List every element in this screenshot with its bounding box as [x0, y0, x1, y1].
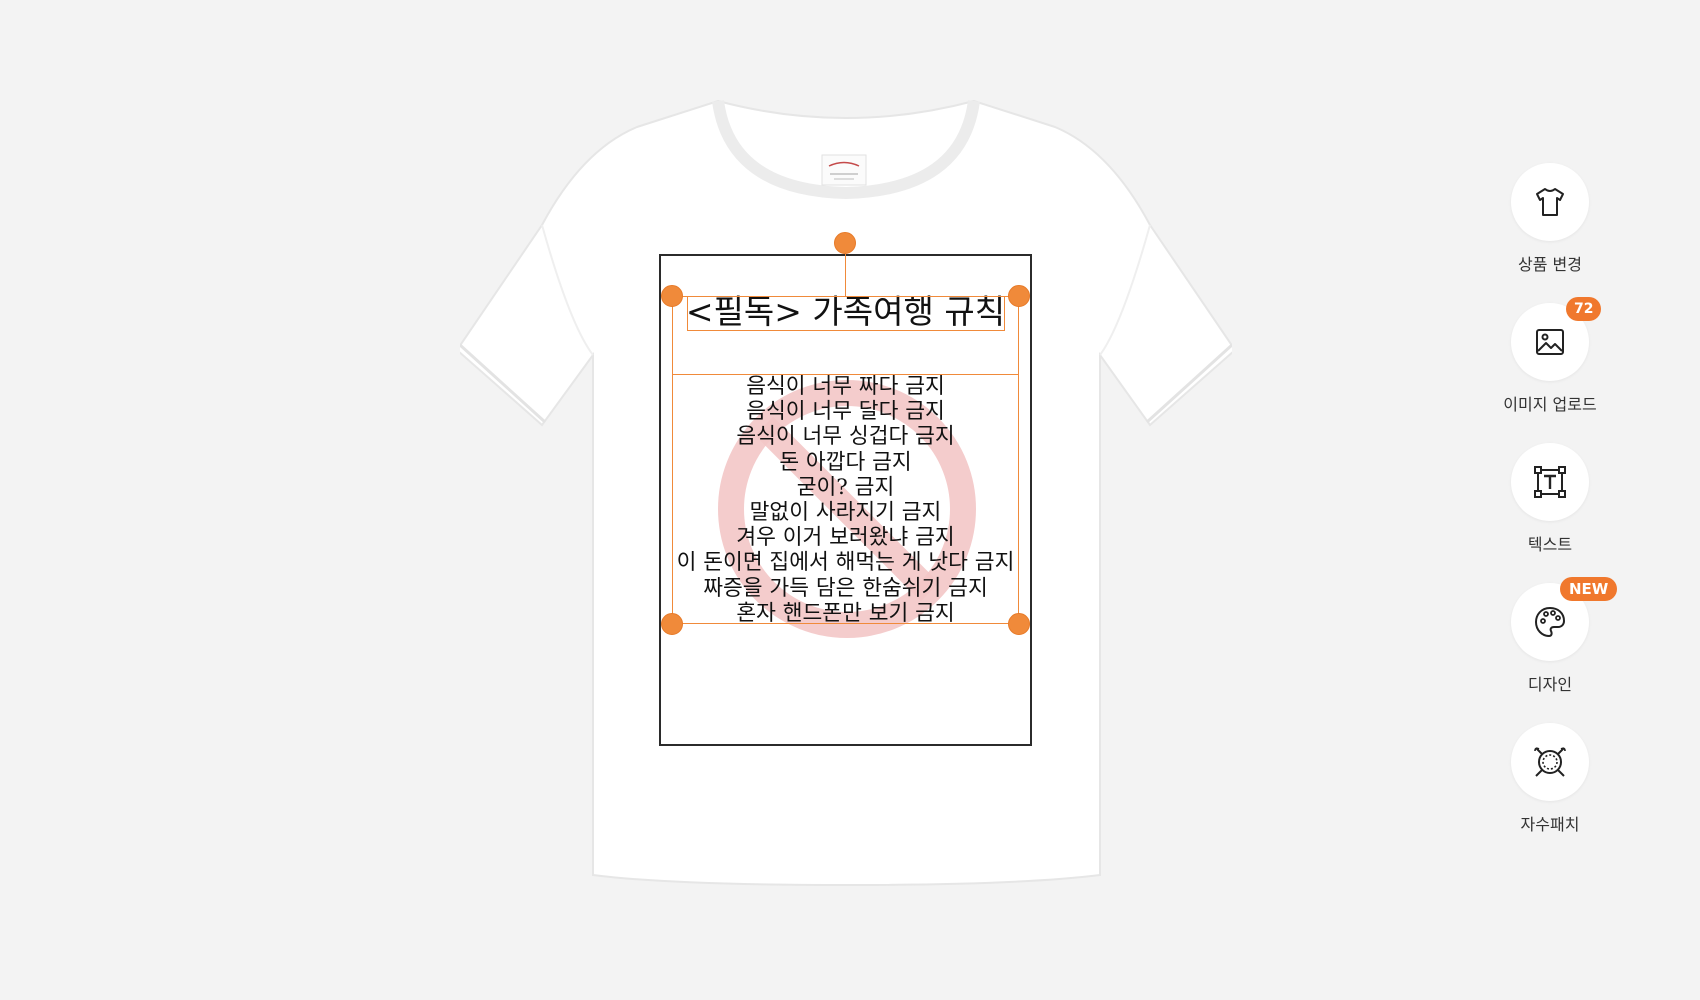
tool-circle	[1511, 443, 1589, 521]
tool-label: 자수패치	[1520, 815, 1580, 834]
resize-handle-top-left[interactable]	[661, 285, 683, 307]
image-upload-button[interactable]: 72 이미지 업로드	[1480, 297, 1620, 423]
selection-box[interactable]	[672, 296, 1019, 624]
image-icon	[1536, 329, 1564, 355]
embroidery-patch-button[interactable]: 자수패치	[1480, 723, 1620, 843]
tool-label: 상품 변경	[1518, 255, 1582, 274]
text-frame-icon	[1534, 466, 1566, 498]
rotate-handle-line	[845, 253, 846, 296]
palette-icon	[1534, 606, 1566, 638]
editor-canvas: <필독> 가족여행 규칙 음식이 너무 짜다 금지 음식이 너무 달다 금지 음…	[0, 0, 1700, 1000]
change-product-button[interactable]: 상품 변경	[1480, 163, 1620, 283]
upload-count-badge: 72	[1566, 297, 1602, 321]
rotate-handle[interactable]	[834, 232, 856, 254]
tool-label: 디자인	[1527, 675, 1573, 694]
embroidery-patch-icon	[1534, 747, 1566, 777]
title-selection-box[interactable]	[687, 296, 1005, 331]
tool-label: 텍스트	[1527, 535, 1573, 554]
text-tool-button[interactable]: 텍스트	[1480, 443, 1620, 563]
resize-handle-top-right[interactable]	[1008, 285, 1030, 307]
tool-circle	[1511, 723, 1589, 801]
design-button[interactable]: NEW 디자인	[1480, 577, 1620, 703]
tshirt-icon	[1536, 188, 1564, 216]
selection-divider	[672, 374, 1019, 375]
tool-label: 이미지 업로드	[1503, 395, 1597, 414]
resize-handle-bottom-left[interactable]	[661, 613, 683, 635]
new-badge: NEW	[1560, 577, 1618, 601]
tool-circle	[1511, 163, 1589, 241]
resize-handle-bottom-right[interactable]	[1008, 613, 1030, 635]
